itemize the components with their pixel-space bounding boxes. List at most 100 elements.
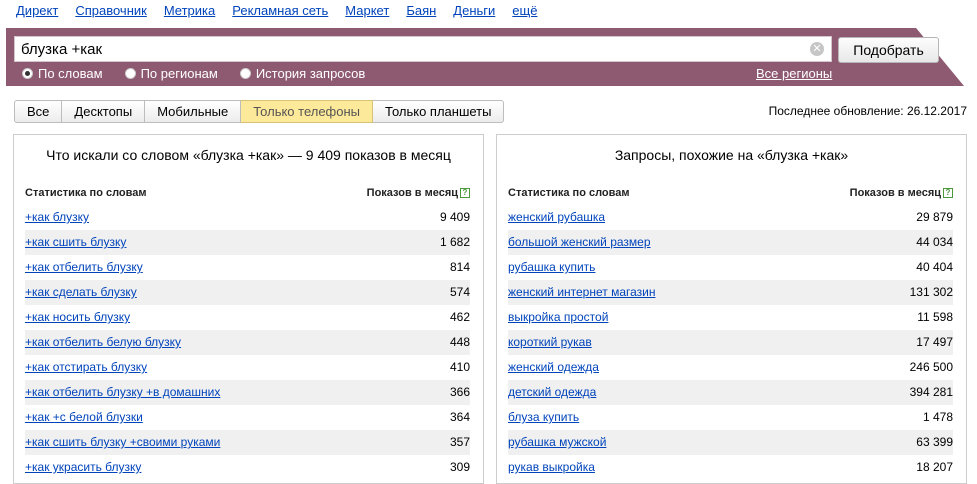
table-row: +как сшить блузку 1 682 bbox=[25, 230, 470, 255]
table-row: +как отбелить блузку 814 bbox=[25, 255, 470, 280]
radio-query-history[interactable]: История запросов bbox=[239, 66, 365, 81]
phrase-link[interactable]: +как сделать блузку bbox=[25, 280, 137, 305]
impressions-count: 357 bbox=[449, 435, 470, 449]
word-stats-panel: Что искали со словом «блузка +как» — 9 4… bbox=[13, 134, 484, 484]
phrase-link[interactable]: рубашка мужской bbox=[508, 430, 606, 455]
phrase-link[interactable]: рукав выкройка bbox=[508, 455, 595, 480]
nav-link-reference[interactable]: Справочник bbox=[75, 3, 147, 18]
table-row: женский рубашка 29 879 bbox=[508, 205, 953, 230]
help-icon[interactable]: ? bbox=[943, 188, 953, 199]
table-row: рукав выкройка 18 207 bbox=[508, 455, 953, 480]
phrase-link[interactable]: +как отбелить белую блузку bbox=[25, 330, 181, 355]
nav-link-market[interactable]: Маркет bbox=[345, 3, 389, 18]
table-row: блуза купить 1 478 bbox=[508, 405, 953, 430]
clear-icon[interactable]: ✕ bbox=[810, 42, 824, 56]
table-rows: женский рубашка 29 879 большой женский раз… bbox=[508, 205, 953, 480]
search-mode-radios: По словам По регионам История запросов bbox=[22, 66, 387, 81]
column-count-label: Показов в месяц bbox=[366, 187, 458, 199]
table-row: +как сделать блузку 574 bbox=[25, 280, 470, 305]
table-row: женский интернет магазин 131 302 bbox=[508, 280, 953, 305]
table-row: большой женский размер 44 034 bbox=[508, 230, 953, 255]
impressions-count: 448 bbox=[449, 335, 470, 349]
nav-link-metrica[interactable]: Метрика bbox=[164, 3, 215, 18]
panel-title: Что искали со словом «блузка +как» — 9 4… bbox=[46, 147, 451, 163]
phrase-link[interactable]: +как украсить блузку bbox=[25, 455, 141, 480]
phrase-link[interactable]: женский одежда bbox=[508, 355, 599, 380]
table-rows: +как блузку 9 409 +как сшить блузку 1 682 +к… bbox=[25, 205, 470, 480]
phrase-link[interactable]: +как сшить блузку bbox=[25, 230, 126, 255]
column-count-header: Показов в месяц? bbox=[367, 187, 470, 199]
table-row: детский одежда 394 281 bbox=[508, 380, 953, 405]
tab-mobile[interactable]: Мобильные bbox=[145, 100, 242, 123]
column-count-header: Показов в месяц? bbox=[850, 187, 953, 199]
column-phrase-header: Статистика по словам bbox=[508, 187, 630, 199]
impressions-count: 246 500 bbox=[909, 360, 953, 374]
nav-link-bayan[interactable]: Баян bbox=[406, 3, 436, 18]
impressions-count: 63 399 bbox=[916, 435, 953, 449]
impressions-count: 11 598 bbox=[917, 310, 953, 324]
impressions-count: 18 207 bbox=[916, 460, 953, 474]
impressions-count: 131 302 bbox=[909, 285, 953, 299]
phrase-link[interactable]: большой женский размер bbox=[508, 230, 651, 255]
impressions-count: 394 281 bbox=[909, 385, 953, 399]
phrase-link[interactable]: блуза купить bbox=[508, 405, 579, 430]
tab-all[interactable]: Все bbox=[14, 100, 63, 123]
phrase-link[interactable]: выкройка простой bbox=[508, 305, 608, 330]
table-row: +как украсить блузку 309 bbox=[25, 455, 470, 480]
impressions-count: 814 bbox=[449, 260, 470, 274]
search-box: ✕ bbox=[14, 36, 832, 62]
table-row: +как сшить блузку +своими руками 357 bbox=[25, 430, 470, 455]
phrase-link[interactable]: +как отбелить блузку bbox=[25, 255, 143, 280]
phrase-link[interactable]: +как носить блузку bbox=[25, 305, 130, 330]
radio-by-regions[interactable]: По регионам bbox=[124, 66, 218, 81]
device-tabs: Все Десктопы Мобильные Только телефоны Т… bbox=[14, 100, 505, 123]
impressions-count: 1 478 bbox=[922, 410, 953, 424]
table-row: +как +с белой блузки 364 bbox=[25, 405, 470, 430]
similar-queries-panel: Запросы, похожие на «блузка +как» Статис… bbox=[496, 134, 967, 484]
tab-desktops[interactable]: Десктопы bbox=[62, 100, 146, 123]
column-phrase-header: Статистика по словам bbox=[25, 187, 147, 199]
table-row: короткий рукав 17 497 bbox=[508, 330, 953, 355]
nav-link-more[interactable]: ещё bbox=[512, 3, 537, 18]
table-row: +как блузку 9 409 bbox=[25, 205, 470, 230]
tab-phones-only[interactable]: Только телефоны bbox=[241, 100, 374, 123]
phrase-link[interactable]: +как сшить блузку +своими руками bbox=[25, 430, 220, 455]
table-row: рубашка купить 40 404 bbox=[508, 255, 953, 280]
impressions-count: 29 879 bbox=[916, 210, 953, 224]
table-row: +как отстирать блузку 410 bbox=[25, 355, 470, 380]
help-icon[interactable]: ? bbox=[460, 188, 470, 199]
phrase-link[interactable]: рубашка купить bbox=[508, 255, 595, 280]
pick-button[interactable]: Подобрать bbox=[838, 37, 939, 63]
table-row: +как носить блузку 462 bbox=[25, 305, 470, 330]
impressions-count: 364 bbox=[449, 410, 470, 424]
phrase-link[interactable]: +как блузку bbox=[25, 205, 89, 230]
phrase-link[interactable]: детский одежда bbox=[508, 380, 596, 405]
all-regions-link[interactable]: Все регионы bbox=[756, 66, 832, 81]
tab-tablets-only[interactable]: Только планшеты bbox=[373, 100, 505, 123]
phrase-link[interactable]: женский интернет магазин bbox=[508, 280, 656, 305]
phrase-link[interactable]: женский рубашка bbox=[508, 205, 605, 230]
impressions-count: 17 497 bbox=[916, 335, 953, 349]
panel-title: Запросы, похожие на «блузка +как» bbox=[614, 147, 849, 163]
impressions-count: 40 404 bbox=[916, 260, 953, 274]
nav-link-ad-network[interactable]: Рекламная сеть bbox=[232, 3, 328, 18]
radio-dot-icon bbox=[22, 68, 33, 79]
phrase-link[interactable]: +как +с белой блузки bbox=[25, 405, 143, 430]
top-navigation: Директ Справочник Метрика Рекламная сеть… bbox=[16, 3, 554, 18]
table-row: рубашка мужской 63 399 bbox=[508, 430, 953, 455]
table-row: +как отбелить блузку +в домашних 366 bbox=[25, 380, 470, 405]
impressions-count: 44 034 bbox=[916, 235, 953, 249]
phrase-link[interactable]: +как отбелить блузку +в домашних bbox=[25, 380, 220, 405]
table-row: выкройка простой 11 598 bbox=[508, 305, 953, 330]
radio-dot-icon bbox=[124, 68, 136, 79]
nav-link-direct[interactable]: Директ bbox=[16, 3, 58, 18]
search-input[interactable] bbox=[21, 37, 801, 61]
last-updated: Последнее обновление: 26.12.2017 bbox=[768, 104, 967, 118]
column-count-label: Показов в месяц bbox=[849, 187, 941, 199]
radio-by-words[interactable]: По словам bbox=[22, 66, 103, 81]
phrase-link[interactable]: +как отстирать блузку bbox=[25, 355, 147, 380]
phrase-link[interactable]: короткий рукав bbox=[508, 330, 592, 355]
impressions-count: 1 682 bbox=[439, 235, 470, 249]
table-header: Статистика по словам Показов в месяц? bbox=[25, 187, 470, 199]
nav-link-money[interactable]: Деньги bbox=[453, 3, 495, 18]
